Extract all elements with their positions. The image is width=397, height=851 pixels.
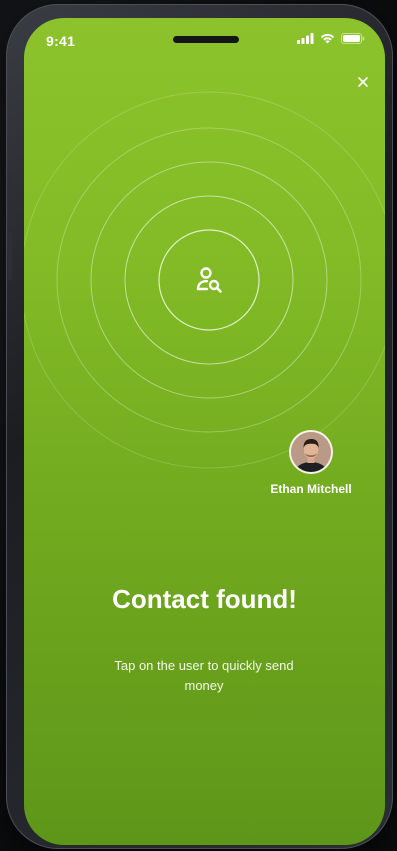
- close-icon: [358, 77, 368, 87]
- wifi-icon: [320, 31, 335, 49]
- status-icons: [297, 31, 365, 49]
- status-time: 9:41: [46, 33, 76, 49]
- page-subtitle: Tap on the user to quickly send money: [114, 658, 294, 693]
- phone-frame: 9:41 Ethan Mitchell Contact found! Tap o…: [6, 4, 393, 849]
- found-contact[interactable]: Ethan Mitchell: [256, 430, 366, 496]
- contact-name[interactable]: Ethan Mitchell: [270, 482, 351, 496]
- page-title: Contact found!: [112, 584, 297, 614]
- signal-icon: [297, 31, 314, 49]
- user-search-icon: [196, 267, 222, 293]
- mute-switch: [8, 174, 12, 200]
- dynamic-island: [173, 36, 239, 43]
- volume-up-button: [8, 232, 12, 280]
- status-bar: 9:41: [24, 18, 385, 62]
- battery-icon: [341, 31, 365, 49]
- radar-center: [159, 230, 259, 330]
- close-button[interactable]: [353, 72, 373, 92]
- avatar[interactable]: [289, 430, 333, 474]
- screen: 9:41 Ethan Mitchell Contact found! Tap o…: [24, 18, 385, 845]
